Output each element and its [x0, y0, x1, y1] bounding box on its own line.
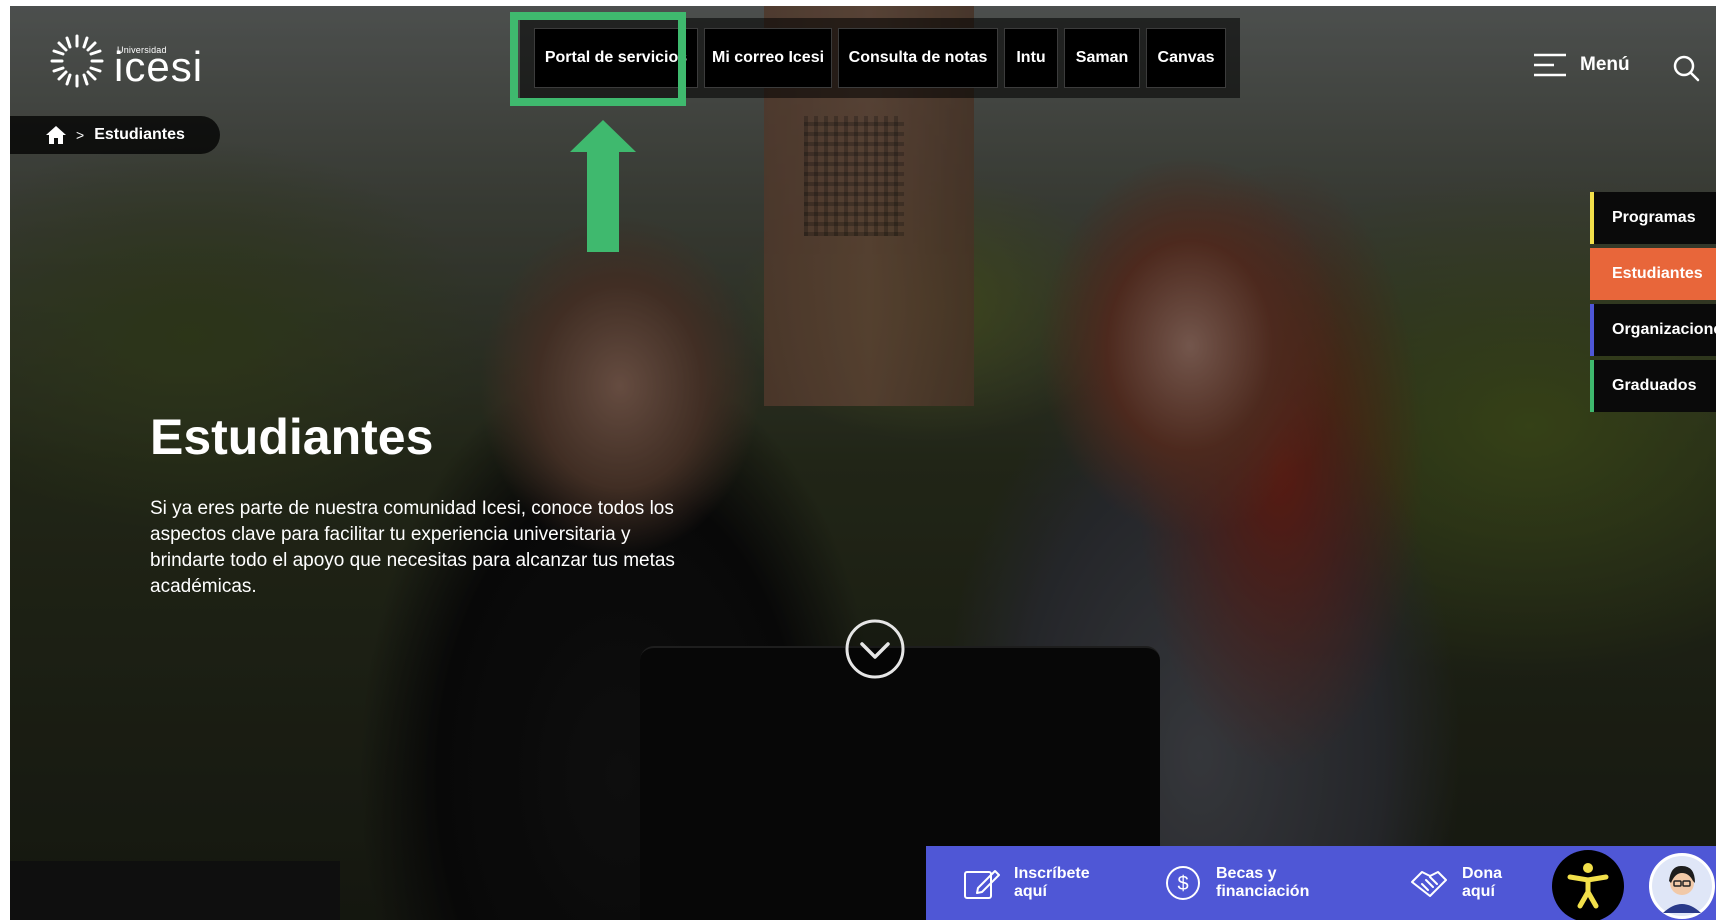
breadcrumb-separator: > — [76, 127, 85, 143]
scroll-down-icon[interactable] — [844, 618, 906, 680]
quicklink-intu[interactable]: Intu — [1004, 28, 1058, 88]
university-logo[interactable]: Universidad icesi — [48, 32, 206, 90]
quicklink-canvas[interactable]: Canvas — [1146, 28, 1226, 88]
chat-assistant-avatar[interactable] — [1646, 850, 1716, 920]
quicklink-mi-correo[interactable]: Mi correo Icesi — [704, 28, 832, 88]
dollar-icon: $ — [1166, 866, 1200, 900]
menu-button[interactable]: Menú — [1532, 52, 1630, 78]
breadcrumb: > Estudiantes — [10, 116, 220, 154]
logo-burst-icon — [50, 34, 104, 88]
audience-tabs: Programas Estudiantes Organizaciones Gra… — [1590, 192, 1716, 416]
dona-button[interactable]: Dona aquí — [1408, 864, 1532, 902]
bottom-action-bar: Inscríbete aquí $ Becas y financiación D… — [926, 846, 1716, 920]
breadcrumb-current: Estudiantes — [94, 126, 185, 143]
quicklink-consulta-de-notas[interactable]: Consulta de notas — [838, 28, 998, 88]
hero-description: Si ya eres parte de nuestra comunidad Ic… — [150, 498, 675, 597]
inscribete-label: Inscríbete aquí — [1014, 865, 1090, 900]
dona-label: Dona aquí — [1462, 865, 1502, 900]
tab-organizaciones[interactable]: Organizaciones — [1590, 304, 1716, 356]
hamburger-icon — [1534, 53, 1566, 77]
tab-graduados[interactable]: Graduados — [1590, 360, 1716, 412]
edit-icon — [964, 870, 1000, 899]
assistant-avatar-icon — [1652, 856, 1712, 916]
inscribete-button[interactable]: Inscríbete aquí — [962, 864, 1114, 902]
tab-programas[interactable]: Programas — [1590, 192, 1716, 244]
up-arrow-icon — [570, 120, 636, 252]
logo-big-text: icesi — [114, 43, 204, 90]
accessibility-button[interactable] — [1552, 850, 1624, 920]
handshake-icon — [1411, 871, 1447, 897]
highlight-frame — [510, 12, 686, 106]
menu-label: Menú — [1580, 54, 1630, 75]
becas-label: Becas y financiación — [1216, 865, 1310, 900]
tab-estudiantes[interactable]: Estudiantes — [1590, 248, 1716, 300]
quicklink-saman[interactable]: Saman — [1064, 28, 1140, 88]
svg-text:$: $ — [1177, 873, 1188, 895]
page-title: Estudiantes — [150, 409, 434, 465]
becas-button[interactable]: $ Becas y financiación — [1164, 864, 1316, 902]
logo-wordmark: Universidad icesi — [114, 36, 206, 90]
accessibility-icon — [1567, 863, 1609, 909]
home-icon[interactable] — [46, 126, 66, 144]
search-icon[interactable] — [1672, 54, 1700, 82]
page: Universidad icesi Portal de servicios Mi… — [10, 6, 1716, 920]
